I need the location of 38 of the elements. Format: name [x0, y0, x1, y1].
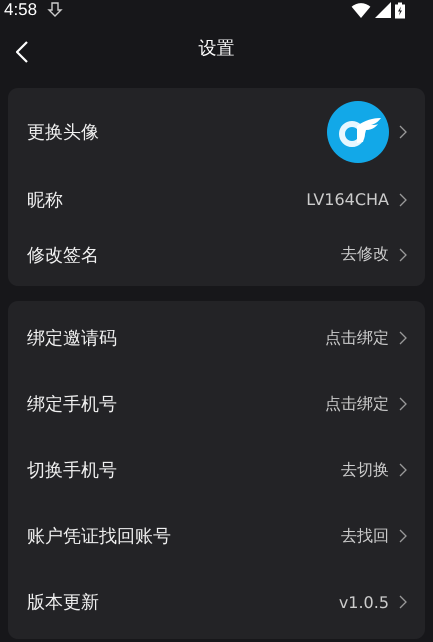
status-time: 4:58 — [4, 0, 38, 20]
row-label: 绑定邀请码 — [27, 327, 118, 350]
row-label: 更换头像 — [27, 121, 100, 144]
back-icon[interactable] — [16, 40, 28, 63]
row-label: 切换手机号 — [27, 459, 118, 482]
row-value: 去修改 — [341, 244, 389, 265]
settings-row[interactable]: 修改签名 去修改 — [8, 227, 425, 282]
download-icon — [47, 2, 64, 18]
page-title: 设置 — [198, 37, 234, 60]
row-label: 绑定手机号 — [27, 393, 118, 416]
row-value: 去切换 — [341, 460, 389, 480]
settings-row[interactable]: 更换头像 — [8, 92, 425, 172]
wifi-icon — [351, 2, 371, 18]
chevron-right-icon — [399, 463, 407, 477]
avatar-icon — [327, 101, 389, 163]
settings-row[interactable]: 绑定手机号 点击绑定 — [8, 371, 425, 437]
row-value: 点击绑定 — [325, 328, 389, 348]
row-label: 版本更新 — [27, 591, 100, 614]
row-value: 点击绑定 — [325, 394, 389, 414]
chevron-right-icon — [399, 331, 407, 345]
settings-row[interactable]: 版本更新 v1.0.5 — [8, 569, 425, 635]
chevron-right-icon — [399, 595, 407, 609]
signal-icon — [375, 2, 391, 18]
row-value: LV164CHA — [306, 190, 389, 209]
chevron-right-icon — [399, 125, 407, 139]
chevron-right-icon — [399, 248, 407, 262]
settings-row[interactable]: 切换手机号 去切换 — [8, 437, 425, 503]
settings-row[interactable]: 绑定邀请码 点击绑定 — [8, 305, 425, 371]
row-label: 昵称 — [27, 188, 64, 212]
chevron-right-icon — [399, 397, 407, 411]
chevron-right-icon — [399, 192, 407, 206]
settings-row[interactable]: 账户凭证找回账号 去找回 — [8, 503, 425, 569]
row-label: 修改签名 — [27, 244, 100, 266]
settings-row[interactable]: 昵称 LV164CHA — [8, 172, 425, 227]
row-label: 账户凭证找回账号 — [27, 525, 172, 548]
chevron-right-icon — [399, 529, 407, 543]
row-value: 去找回 — [341, 526, 389, 546]
row-value: v1.0.5 — [338, 592, 389, 612]
